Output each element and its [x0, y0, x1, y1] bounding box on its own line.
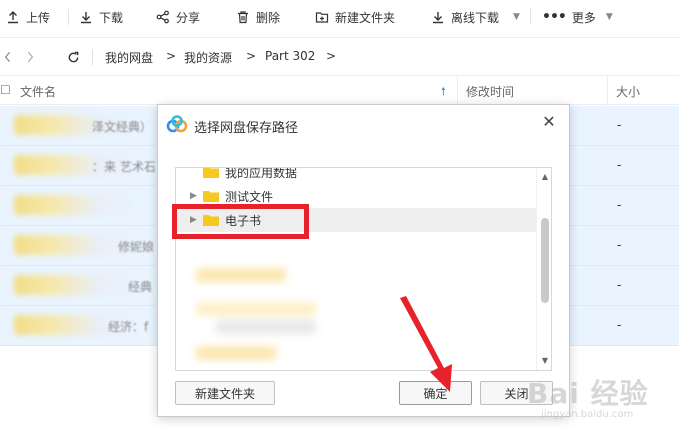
- new-folder-button[interactable]: 新建文件夹: [315, 7, 395, 27]
- navigation-bar: 我的网盘 > 我的资源 > Part 302 >: [0, 37, 679, 75]
- column-divider: [607, 76, 608, 106]
- watermark: Bai 经验 jingyan.baidu.com: [527, 372, 677, 432]
- row-file-size: -: [617, 278, 622, 292]
- baidu-netdisk-logo-icon: [166, 115, 188, 133]
- row-file-name: ：来 艺术石: [92, 160, 156, 174]
- row-file-size: -: [617, 318, 622, 332]
- share-icon: [156, 10, 169, 24]
- chevron-down-icon: ▼: [513, 12, 520, 22]
- toolbar-divider: [530, 9, 531, 25]
- upload-button[interactable]: 上传: [6, 7, 50, 27]
- column-header-modified[interactable]: 修改时间: [466, 83, 514, 100]
- breadcrumb-item[interactable]: 我的网盘: [105, 49, 153, 66]
- delete-label: 删除: [256, 10, 281, 25]
- new-folder-icon: [315, 12, 329, 23]
- toolbar: 上传 下载 分享 删除 新建文件夹 离线下载 ▼ ••• 更多 ▼: [0, 0, 679, 34]
- folder-tree: 我的应用数据 ▶ 测试文件 ▶ 电子书 ▲ ▼: [175, 167, 552, 371]
- column-divider: [457, 76, 458, 106]
- row-file-name: 泽文经典）: [92, 120, 153, 134]
- tree-item-label: 我的应用数据: [225, 167, 298, 180]
- more-button[interactable]: ••• 更多 ▼: [542, 7, 613, 27]
- blurred-tree-items: [176, 262, 536, 370]
- row-file-name: 经济：f: [108, 320, 149, 334]
- watermark-sub: jingyan.baidu.com: [541, 409, 634, 420]
- more-label: 更多: [571, 10, 596, 25]
- breadcrumb-separator: >: [326, 49, 337, 63]
- watermark-main: Bai 经验: [527, 377, 649, 410]
- upload-icon: [8, 11, 18, 24]
- row-file-name: 修妮娘: [118, 240, 155, 254]
- refresh-icon[interactable]: [65, 49, 81, 65]
- breadcrumb-item[interactable]: Part 302: [265, 49, 315, 63]
- breadcrumb-item[interactable]: 我的资源: [184, 49, 232, 66]
- file-table-header: ☐ 文件名 🠕 修改时间 大小: [0, 75, 679, 106]
- toolbar-divider: [68, 9, 69, 25]
- select-all-checkbox[interactable]: ☐: [0, 83, 11, 97]
- folder-icon: [14, 275, 134, 295]
- download-label: 下载: [99, 10, 124, 25]
- offline-download-icon: [433, 12, 443, 24]
- sort-ascending-icon[interactable]: 🠕: [441, 83, 446, 102]
- folder-icon: [203, 191, 219, 202]
- close-icon[interactable]: ✕: [539, 111, 559, 131]
- download-icon: [81, 12, 91, 24]
- row-file-size: -: [617, 198, 622, 212]
- row-file-size: -: [617, 158, 622, 172]
- scroll-down-icon[interactable]: ▼: [540, 356, 550, 366]
- folder-icon: [203, 168, 219, 178]
- expand-arrow-icon[interactable]: ▶: [190, 191, 197, 201]
- red-arrow-annotation: [400, 296, 452, 392]
- column-header-name[interactable]: 文件名: [20, 83, 56, 100]
- delete-button[interactable]: 删除: [236, 7, 280, 27]
- highlight-box: [172, 204, 309, 239]
- folder-icon: [14, 195, 134, 215]
- tree-item-label: 测试文件: [225, 189, 274, 204]
- forward-icon[interactable]: [22, 49, 38, 65]
- row-file-size: -: [617, 118, 622, 132]
- trash-icon: [238, 11, 248, 24]
- breadcrumb-separator: >: [166, 49, 177, 63]
- column-header-size[interactable]: 大小: [616, 83, 640, 100]
- new-folder-label: 新建文件夹: [335, 10, 396, 25]
- tree-scrollbar[interactable]: ▲ ▼: [536, 168, 551, 370]
- upload-label: 上传: [26, 10, 51, 25]
- baidu-netdisk-window: 上传 下载 分享 删除 新建文件夹 离线下载 ▼ ••• 更多 ▼ 我的网盘 >…: [0, 0, 679, 435]
- back-icon[interactable]: [0, 49, 16, 65]
- dialog-title: 选择网盘保存路径: [194, 121, 299, 136]
- tree-item[interactable]: 我的应用数据: [176, 167, 536, 184]
- new-folder-dialog-button[interactable]: 新建文件夹: [175, 381, 275, 405]
- nav-divider: [92, 49, 93, 65]
- more-dots-icon: •••: [542, 9, 567, 25]
- chevron-down-icon: ▼: [605, 12, 613, 22]
- download-button[interactable]: 下载: [79, 7, 123, 27]
- folder-icon: [14, 235, 134, 255]
- breadcrumb-separator: >: [246, 49, 257, 63]
- scroll-up-icon[interactable]: ▲: [540, 172, 550, 182]
- row-file-size: -: [617, 238, 622, 252]
- row-file-name: 经典: [128, 280, 153, 294]
- share-button[interactable]: 分享: [156, 7, 200, 27]
- share-label: 分享: [176, 10, 201, 25]
- offline-download-label: 离线下载: [451, 10, 500, 25]
- scroll-thumb[interactable]: [541, 218, 549, 303]
- offline-download-button[interactable]: 离线下载 ▼: [431, 7, 520, 27]
- save-path-dialog: 选择网盘保存路径 ✕ 我的应用数据 ▶ 测试文件 ▶ 电子书 ▲ ▼ 新建文件夹…: [157, 104, 570, 417]
